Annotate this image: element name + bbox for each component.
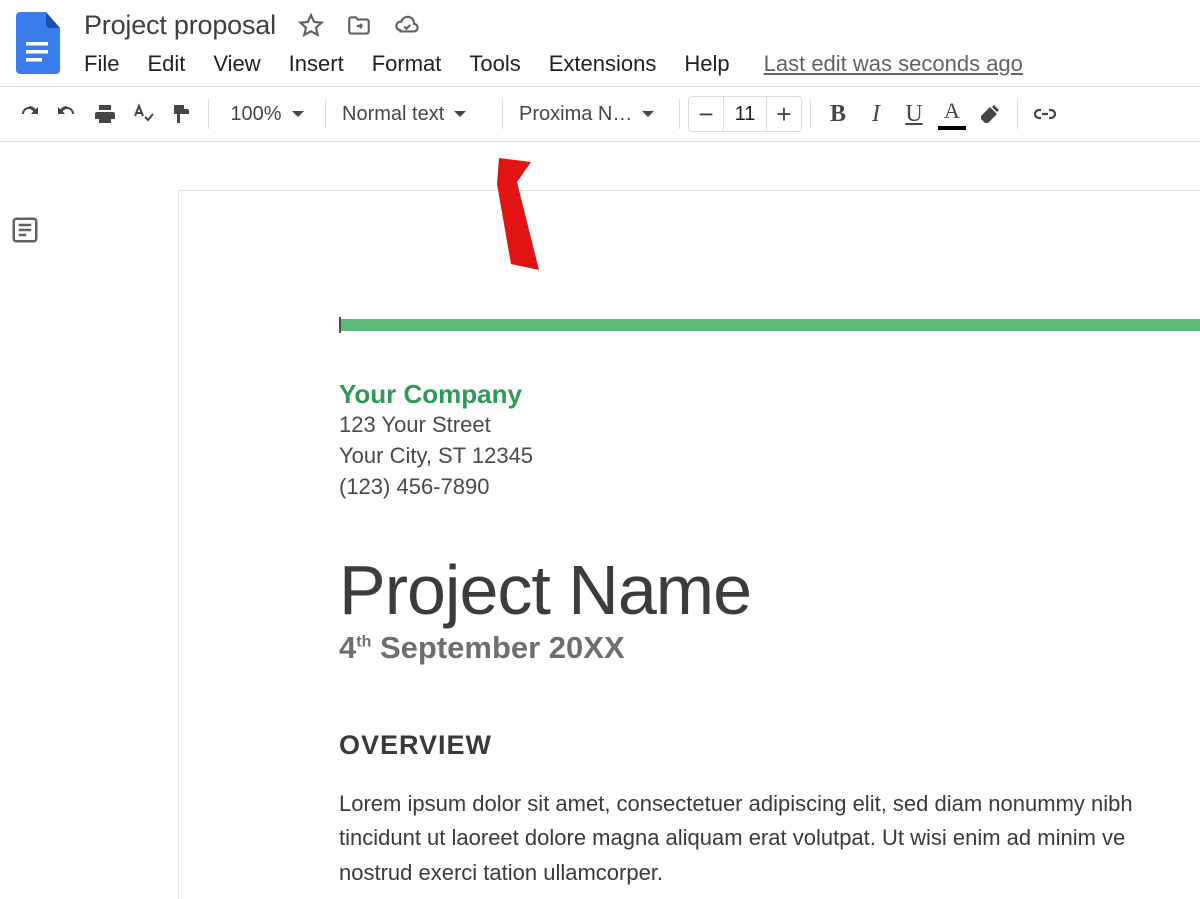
cloud-saved-icon[interactable]	[394, 13, 420, 39]
paint-format-button[interactable]	[162, 94, 200, 134]
date-day: 4	[339, 630, 356, 665]
text-color-icon: A	[938, 98, 966, 130]
font-size-control: − +	[688, 96, 802, 132]
address-line-1[interactable]: 123 Your Street	[339, 410, 1200, 441]
zoom-dropdown[interactable]: 100%	[217, 103, 317, 126]
italic-button[interactable]: I	[857, 94, 895, 134]
font-value: Proxima N…	[519, 103, 632, 126]
menu-insert[interactable]: Insert	[289, 51, 344, 77]
font-size-decrease[interactable]: −	[689, 97, 723, 131]
chevron-down-icon	[642, 111, 654, 117]
toolbar-separator	[810, 99, 811, 129]
italic-icon: I	[872, 101, 880, 128]
last-edit-link[interactable]: Last edit was seconds ago	[764, 51, 1023, 77]
font-dropdown[interactable]: Proxima N…	[511, 103, 671, 126]
underline-icon: U	[905, 101, 922, 128]
project-title[interactable]: Project Name	[339, 550, 1200, 630]
paragraph-style-dropdown[interactable]: Normal text	[334, 103, 494, 126]
bold-icon: B	[830, 101, 846, 128]
menu-edit[interactable]: Edit	[147, 51, 185, 77]
move-folder-icon[interactable]	[346, 13, 372, 39]
highlight-color-button[interactable]	[971, 94, 1009, 134]
menu-extensions[interactable]: Extensions	[549, 51, 657, 77]
paragraph-style-value: Normal text	[342, 103, 444, 126]
phone-line[interactable]: (123) 456-7890	[339, 472, 1200, 503]
font-size-increase[interactable]: +	[767, 97, 801, 131]
font-size-input[interactable]	[723, 97, 767, 131]
title-area: Project proposal File Edit View Insert F…	[84, 8, 1188, 77]
docs-icon	[14, 12, 62, 74]
document-body: Your Company 123 Your Street Your City, …	[179, 191, 1200, 890]
toolbar-separator	[502, 99, 503, 129]
overview-body[interactable]: Lorem ipsum dolor sit amet, consectetuer…	[339, 787, 1200, 889]
document-outline-toggle[interactable]	[10, 215, 40, 250]
overview-heading[interactable]: OVERVIEW	[339, 730, 1200, 761]
link-icon	[1033, 102, 1057, 126]
toolbar-separator	[208, 99, 209, 129]
date-rest: September 20XX	[371, 630, 624, 665]
toolbar-separator	[1017, 99, 1018, 129]
underline-button[interactable]: U	[895, 94, 933, 134]
menu-view[interactable]: View	[213, 51, 260, 77]
date-suffix: th	[356, 634, 371, 651]
company-name[interactable]: Your Company	[339, 379, 1200, 410]
text-color-button[interactable]: A	[933, 94, 971, 134]
bold-button[interactable]: B	[819, 94, 857, 134]
chevron-down-icon	[454, 111, 466, 117]
print-button[interactable]	[86, 94, 124, 134]
title-row: Project proposal	[84, 10, 1188, 41]
docs-logo[interactable]	[12, 8, 64, 78]
menu-help[interactable]: Help	[684, 51, 729, 77]
insert-link-button[interactable]	[1026, 94, 1064, 134]
zoom-value: 100%	[230, 103, 281, 126]
undo-button[interactable]	[10, 94, 48, 134]
document-title[interactable]: Project proposal	[84, 10, 276, 41]
toolbar-separator	[679, 99, 680, 129]
menu-format[interactable]: Format	[372, 51, 442, 77]
menu-file[interactable]: File	[84, 51, 119, 77]
star-icon[interactable]	[298, 13, 324, 39]
toolbar: 100% Normal text Proxima N… − + B I U A	[0, 86, 1200, 142]
spellcheck-button[interactable]	[124, 94, 162, 134]
project-date[interactable]: 4th September 20XX	[339, 630, 1200, 666]
toolbar-separator	[325, 99, 326, 129]
highlighter-icon	[978, 102, 1002, 126]
menu-tools[interactable]: Tools	[469, 51, 520, 77]
chevron-down-icon	[292, 111, 304, 117]
menu-bar: File Edit View Insert Format Tools Exten…	[84, 51, 1188, 77]
redo-button[interactable]	[48, 94, 86, 134]
document-canvas[interactable]: Your Company 123 Your Street Your City, …	[178, 190, 1200, 899]
address-line-2[interactable]: Your City, ST 12345	[339, 441, 1200, 472]
outline-icon	[10, 215, 40, 245]
app-header: Project proposal File Edit View Insert F…	[0, 0, 1200, 78]
